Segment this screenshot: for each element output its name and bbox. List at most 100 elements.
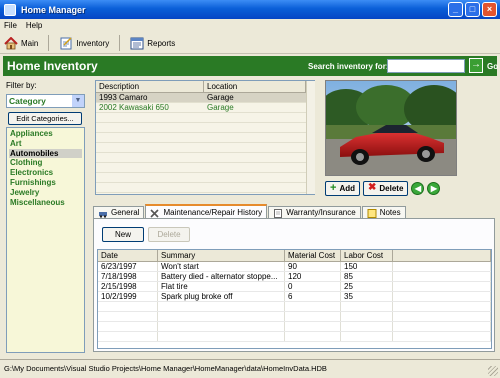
summary-cell: Battery died - alternator stoppe... [158, 272, 285, 281]
spacer-cell [393, 292, 491, 301]
inventory-list: Description Location 1993 Camaro Garage … [95, 80, 315, 195]
summary-cell: Won't start [158, 262, 285, 271]
summary-cell: Flat tire [158, 282, 285, 291]
column-header-summary[interactable]: Summary [158, 250, 285, 261]
column-header-location[interactable]: Location [204, 81, 306, 92]
table-row[interactable]: 7/18/1998 Battery died - alternator stop… [98, 272, 491, 282]
maintenance-header: Date Summary Material Cost Labor Cost [98, 250, 491, 262]
empty-row [98, 312, 491, 322]
menu-help[interactable]: Help [26, 21, 42, 30]
previous-photo-icon[interactable]: ◀ [411, 181, 425, 195]
empty-row [98, 302, 491, 312]
date-cell: 7/18/1998 [98, 272, 158, 281]
column-header-labor-cost[interactable]: Labor Cost [341, 250, 393, 261]
inventory-button[interactable]: Inventory [59, 36, 110, 50]
category-item[interactable]: Art [9, 139, 82, 149]
labor-cost-cell: 35 [341, 292, 393, 301]
delete-photo-button[interactable]: ✖ Delete [363, 180, 409, 196]
empty-row [96, 123, 314, 133]
category-item-selected[interactable]: Automobiles [9, 148, 82, 159]
status-bar: G:\My Documents\Visual Studio Projects\H… [0, 359, 500, 378]
material-cost-cell: 90 [285, 262, 341, 271]
column-header-date[interactable]: Date [98, 250, 158, 261]
delete-record-button[interactable]: Delete [148, 227, 190, 242]
material-cost-cell: 120 [285, 272, 341, 281]
car-icon [99, 211, 107, 218]
inventory-location: Garage [207, 103, 234, 112]
add-label: Add [339, 183, 355, 193]
empty-row [98, 332, 491, 342]
category-item[interactable]: Miscellaneous [9, 198, 82, 208]
table-row[interactable]: 6/23/1997 Won't start 90 150 [98, 262, 491, 272]
inventory-label: Inventory [76, 38, 110, 48]
edit-categories-button[interactable]: Edit Categories... [8, 112, 82, 125]
item-photo [325, 80, 457, 176]
new-record-button[interactable]: New [102, 227, 144, 242]
material-cost-cell: 6 [285, 292, 341, 301]
header-bar: Home Inventory Search inventory for: → G… [3, 56, 498, 76]
menu-file[interactable]: File [4, 21, 17, 30]
column-header-spacer [393, 250, 491, 261]
filter-dropdown[interactable]: Category ▼ [6, 94, 85, 108]
go-button[interactable]: Go [487, 62, 498, 71]
empty-row [96, 133, 314, 143]
title-bar: Home Manager _ □ × [0, 0, 500, 19]
table-row[interactable]: 10/2/1999 Spark plug broke off 6 35 [98, 292, 491, 302]
summary-cell: Spark plug broke off [158, 292, 285, 301]
toolbar: Main Inventory Reports [0, 33, 500, 54]
toolbar-divider [48, 35, 50, 51]
minimize-button[interactable]: _ [448, 2, 463, 17]
add-photo-button[interactable]: + Add [325, 180, 360, 196]
maintenance-panel: New Delete Date Summary Material Cost La… [93, 218, 495, 352]
spacer-cell [393, 282, 491, 291]
material-cost-cell: 0 [285, 282, 341, 291]
category-item[interactable]: Furnishings [9, 178, 82, 188]
empty-row [96, 143, 314, 153]
empty-row [98, 322, 491, 332]
tools-icon [150, 208, 160, 218]
column-header-material-cost[interactable]: Material Cost [285, 250, 341, 261]
date-cell: 2/15/1998 [98, 282, 158, 291]
spacer-cell [393, 272, 491, 281]
empty-row [96, 183, 314, 193]
clipboard-icon [60, 36, 72, 49]
search-input[interactable] [387, 59, 465, 73]
plus-icon: + [330, 182, 337, 194]
inventory-row[interactable]: 1993 Camaro Garage [96, 93, 314, 103]
maximize-button[interactable]: □ [465, 2, 480, 17]
chevron-down-icon[interactable]: ▼ [72, 95, 84, 107]
window-title: Home Manager [21, 4, 86, 15]
category-item[interactable]: Electronics [9, 168, 82, 178]
spacer-cell [393, 262, 491, 271]
photo-thumbnail-strip [459, 80, 496, 176]
close-button[interactable]: × [482, 2, 497, 17]
resize-grip-icon[interactable] [488, 366, 498, 376]
notes-icon [367, 208, 377, 218]
document-icon [274, 208, 283, 218]
inventory-row[interactable]: 2002 Kawasaki 650 Garage [96, 103, 314, 113]
category-item[interactable]: Jewelry [9, 188, 82, 198]
category-list: Appliances Art Automobiles Clothing Elec… [6, 127, 85, 353]
next-photo-icon[interactable]: ▶ [427, 181, 441, 195]
category-item[interactable]: Appliances [9, 129, 82, 139]
category-item[interactable]: Clothing [9, 158, 82, 168]
vertical-scrollbar[interactable] [306, 81, 315, 194]
toolbar-divider [119, 35, 121, 51]
car-photo-image [326, 81, 456, 175]
column-header-description[interactable]: Description [96, 81, 204, 92]
app-icon [4, 3, 16, 16]
table-row[interactable]: 2/15/1998 Flat tire 0 25 [98, 282, 491, 292]
delete-label: Delete [379, 183, 404, 193]
main-button[interactable]: Main [4, 36, 38, 50]
file-path: G:\My Documents\Visual Studio Projects\H… [4, 364, 327, 373]
house-icon [4, 36, 18, 49]
inventory-header: Description Location [96, 81, 314, 93]
labor-cost-cell: 85 [341, 272, 393, 281]
photo-actions: + Add ✖ Delete ◀ ▶ [325, 180, 441, 196]
go-arrow-icon[interactable]: → [469, 58, 483, 73]
reports-button[interactable]: Reports [130, 37, 175, 50]
date-cell: 6/23/1997 [98, 262, 158, 271]
empty-row [96, 173, 314, 183]
labor-cost-cell: 150 [341, 262, 393, 271]
inventory-description: 2002 Kawasaki 650 [99, 103, 169, 112]
